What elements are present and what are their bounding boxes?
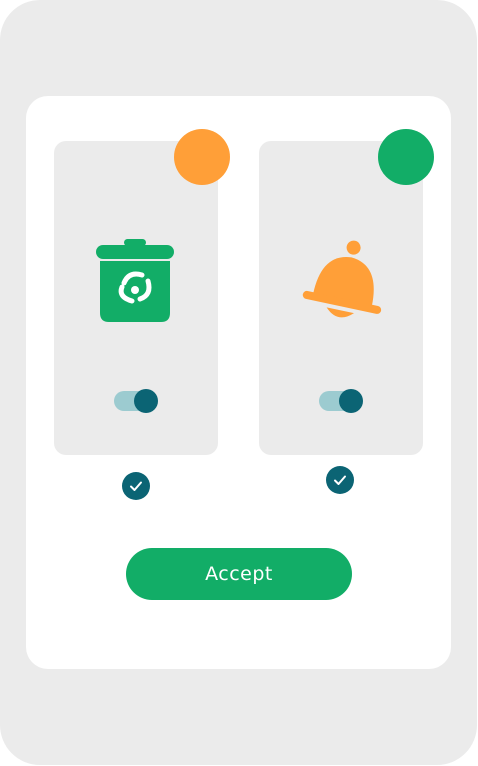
orange-status-dot [174,129,230,185]
bell-icon [302,238,382,328]
option-panel-notifications[interactable] [259,141,423,455]
green-status-dot [378,129,434,185]
recycle-selected-checkmark[interactable] [122,472,150,500]
accept-button[interactable]: Accept [126,548,352,600]
toggle-knob [339,389,363,413]
checkmark-icon [334,475,346,485]
notifications-toggle[interactable] [319,389,363,413]
permissions-card: Accept [26,96,451,669]
notifications-selected-checkmark[interactable] [326,466,354,494]
option-panel-recycle[interactable] [54,141,218,455]
device-frame: Accept [0,0,477,765]
checkmark-icon [130,481,142,491]
recycle-bin-icon [96,237,176,327]
toggle-knob [134,389,158,413]
recycle-toggle[interactable] [114,389,158,413]
